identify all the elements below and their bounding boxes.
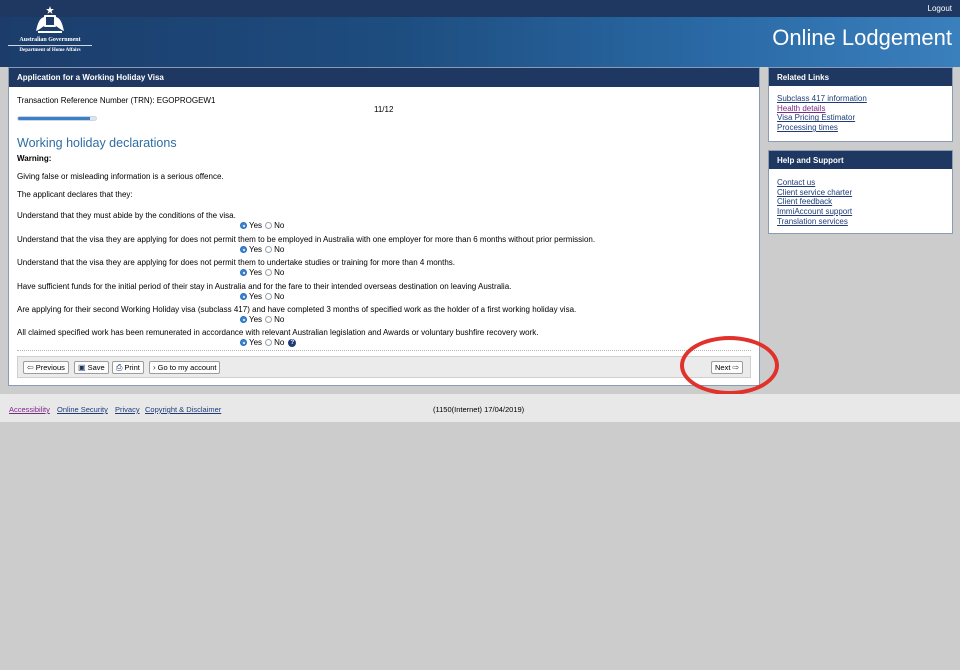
save-label: Save	[87, 363, 105, 372]
save-button[interactable]: ▣ Save	[74, 361, 109, 374]
top-strip: Logout	[0, 0, 960, 17]
version-info: (1150(Internet) 17/04/2019)	[433, 405, 525, 414]
radio-no-label: No	[274, 292, 285, 301]
progress-bar	[17, 116, 97, 121]
trn-label: Transaction Reference Number (TRN): EGOP…	[17, 96, 216, 105]
question-text: Are applying for their second Working Ho…	[17, 305, 577, 314]
footer-link-privacy[interactable]: Privacy	[115, 405, 140, 414]
link-client-charter[interactable]: Client service charter	[777, 188, 944, 198]
footer-link-accessibility[interactable]: Accessibility	[9, 405, 50, 414]
panel-title: Application for a Working Holiday Visa	[9, 68, 759, 87]
declaration-intro: The applicant declares that they:	[17, 190, 133, 199]
help-support-box: Help and Support Contact us Client servi…	[768, 150, 953, 234]
answer-group: Yes No ?	[237, 338, 297, 347]
answer-group: Yes No	[237, 268, 284, 277]
radio-no[interactable]	[265, 339, 273, 346]
progress-fill	[18, 117, 90, 120]
radio-no-label: No	[274, 315, 285, 324]
previous-button[interactable]: ⇦ Previous	[23, 361, 69, 374]
previous-label: Previous	[35, 363, 65, 372]
question-text: Understand that the visa they are applyi…	[17, 235, 596, 244]
radio-yes[interactable]	[240, 246, 247, 253]
radio-no[interactable]	[265, 222, 273, 229]
help-support-title: Help and Support	[769, 151, 952, 169]
footer-link-online-security[interactable]: Online Security	[57, 405, 108, 414]
link-processing-times[interactable]: Processing times	[777, 123, 944, 133]
warning-text: Giving false or misleading information i…	[17, 172, 224, 181]
radio-yes-label: Yes	[249, 292, 263, 301]
progress-label: 11/12	[374, 105, 394, 114]
radio-no[interactable]	[265, 293, 273, 300]
logo-divider	[8, 45, 92, 46]
radio-yes[interactable]	[240, 269, 247, 276]
link-translation-services[interactable]: Translation services	[777, 217, 944, 227]
radio-yes[interactable]	[240, 316, 247, 323]
chevron-right-icon: ›	[153, 363, 156, 372]
radio-yes-label: Yes	[249, 221, 263, 230]
gov-line2: Department of Home Affairs	[19, 48, 81, 53]
highlight-circle	[680, 336, 779, 395]
link-immiaccount-support[interactable]: ImmiAccount support	[777, 207, 944, 217]
link-health-details[interactable]: Health details	[777, 104, 944, 114]
site-title: Online Lodgement	[772, 25, 952, 50]
logout-link[interactable]: Logout	[928, 4, 952, 13]
go-to-account-label: Go to my account	[157, 363, 217, 372]
answer-group: Yes No	[237, 245, 284, 254]
answer-group: Yes No	[237, 315, 284, 324]
related-links-title: Related Links	[769, 68, 952, 86]
go-to-account-button[interactable]: › Go to my account	[149, 361, 221, 374]
radio-yes[interactable]	[240, 293, 247, 300]
arrow-left-icon: ⇦	[27, 363, 34, 372]
section-title: Working holiday declarations	[17, 136, 177, 150]
answer-group: Yes No	[237, 292, 284, 301]
question-text: Understand that they must abide by the c…	[17, 211, 236, 220]
radio-yes-label: Yes	[249, 245, 263, 254]
print-label: Print	[124, 363, 140, 372]
radio-no-label: No	[274, 221, 285, 230]
page-footer: Accessibility Online Security Privacy Co…	[0, 394, 960, 422]
related-links-box: Related Links Subclass 417 information H…	[768, 67, 953, 142]
print-button[interactable]: ⎙ Print	[112, 361, 144, 374]
coat-of-arms-icon	[36, 6, 64, 33]
radio-no[interactable]	[265, 269, 273, 276]
answer-group: Yes No	[237, 221, 284, 230]
question-text: Understand that the visa they are applyi…	[17, 258, 456, 267]
printer-icon: ⎙	[116, 362, 123, 372]
link-visa-pricing[interactable]: Visa Pricing Estimator	[777, 113, 944, 123]
question-text: Have sufficient funds for the initial pe…	[17, 282, 512, 291]
save-icon: ▣	[78, 363, 86, 372]
government-logo: Australian Government Department of Home…	[8, 4, 92, 64]
radio-no[interactable]	[265, 316, 273, 323]
radio-no[interactable]	[265, 246, 273, 253]
radio-yes[interactable]	[240, 222, 247, 229]
radio-no-label: No	[274, 338, 285, 347]
question-text: All claimed specified work has been remu…	[17, 328, 539, 337]
radio-yes[interactable]	[240, 339, 247, 346]
divider	[17, 350, 751, 351]
radio-no-label: No	[274, 268, 285, 277]
help-icon[interactable]: ?	[288, 338, 297, 347]
site-header: Australian Government Department of Home…	[0, 6, 960, 67]
link-contact-us[interactable]: Contact us	[777, 178, 944, 188]
footer-link-copyright[interactable]: Copyright & Disclaimer	[145, 405, 221, 414]
warning-label: Warning:	[17, 154, 52, 163]
radio-yes-label: Yes	[249, 315, 263, 324]
gov-line1: Australian Government	[19, 37, 81, 43]
radio-no-label: No	[274, 245, 285, 254]
link-subclass-417[interactable]: Subclass 417 information	[777, 94, 944, 104]
link-client-feedback[interactable]: Client feedback	[777, 197, 944, 207]
radio-yes-label: Yes	[249, 268, 263, 277]
application-panel: Application for a Working Holiday Visa T…	[8, 67, 760, 386]
form-toolbar: ⇦ Previous ▣ Save ⎙ Print › Go to my account…	[17, 356, 751, 378]
radio-yes-label: Yes	[249, 338, 263, 347]
